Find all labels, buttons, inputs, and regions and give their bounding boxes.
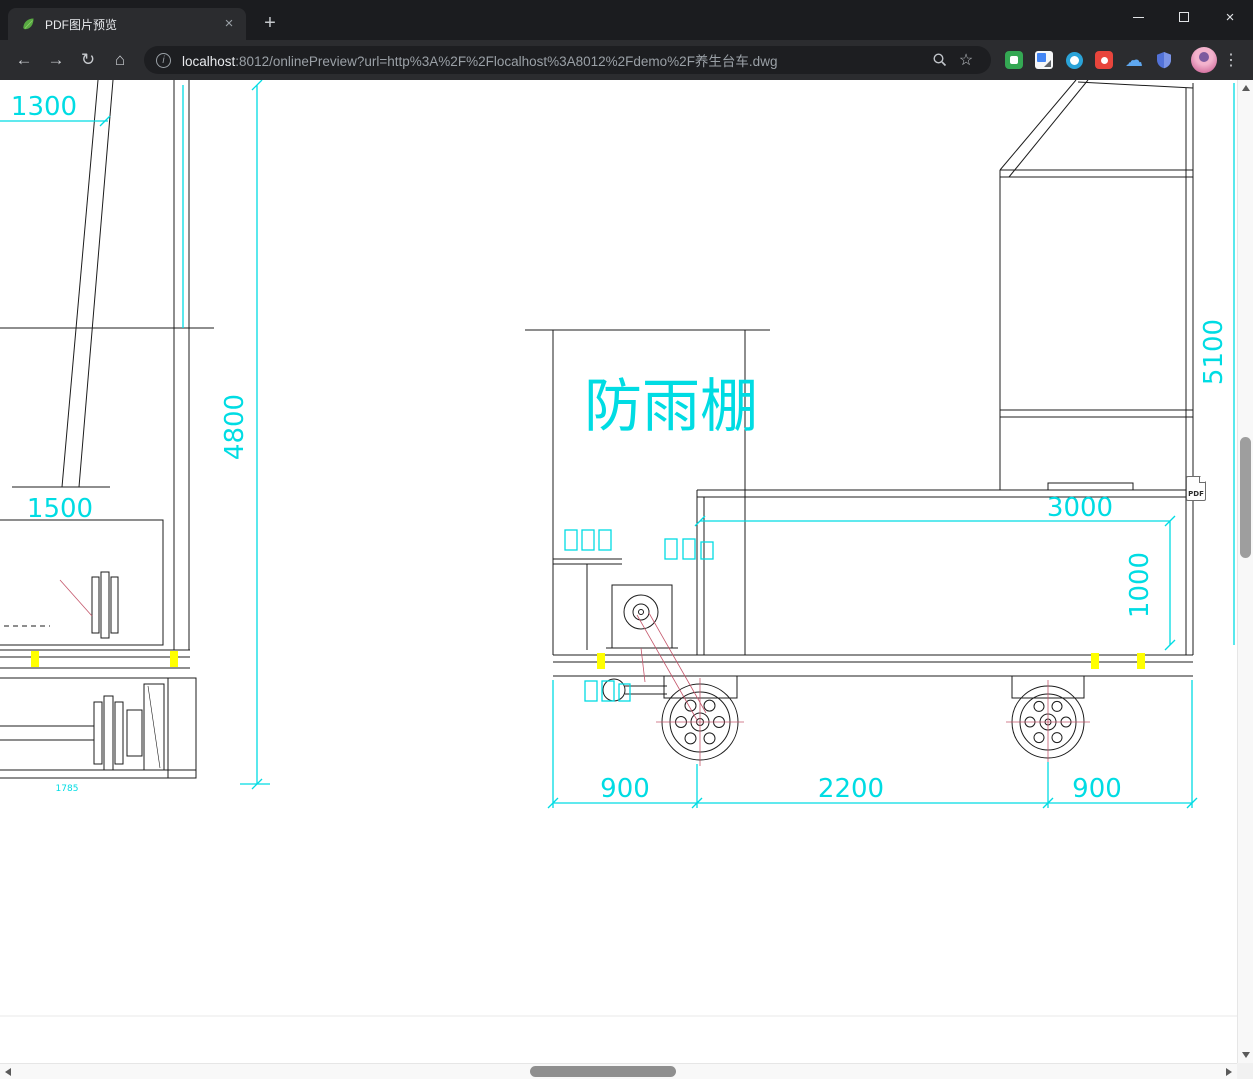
dimension-labels: 1300 4800 1500 1785 5100 3000 1000 900 2… xyxy=(11,92,1229,804)
green-badge xyxy=(1005,51,1023,69)
url-text: localhost:8012/onlinePreview?url=http%3A… xyxy=(182,50,927,70)
cad-drawing: 1300 4800 1500 1785 5100 3000 1000 900 2… xyxy=(0,80,1237,1017)
address-bar[interactable]: i localhost:8012/onlinePreview?url=http%… xyxy=(144,46,991,74)
maximize-icon xyxy=(1179,12,1189,22)
extension-circle-icon[interactable] xyxy=(1059,45,1089,75)
red-badge xyxy=(1095,51,1113,69)
minimize-icon xyxy=(1132,16,1144,18)
extension-cloud-icon[interactable]: ☁ xyxy=(1119,45,1149,75)
scroll-right-arrow[interactable] xyxy=(1226,1068,1232,1076)
extension-red-icon[interactable] xyxy=(1089,45,1119,75)
dwg-preview-page: 1300 4800 1500 1785 5100 3000 1000 900 2… xyxy=(0,80,1237,1063)
zoom-icon[interactable] xyxy=(927,47,953,73)
left-elevation-linework xyxy=(0,80,214,779)
extension-green-icon[interactable] xyxy=(999,45,1029,75)
dim-2200: 2200 xyxy=(818,774,884,804)
close-button[interactable]: × xyxy=(1207,0,1253,34)
reload-button[interactable]: ↻ xyxy=(72,45,104,75)
browser-menu-button[interactable]: ⋮ xyxy=(1217,45,1245,75)
extension-translate-icon[interactable] xyxy=(1029,45,1059,75)
scroll-left-arrow[interactable] xyxy=(5,1068,11,1076)
scroll-down-arrow[interactable] xyxy=(1242,1052,1250,1058)
dim-3000: 3000 xyxy=(1047,493,1113,523)
horizontal-scrollbar[interactable] xyxy=(0,1063,1237,1079)
shield-glyph xyxy=(1157,52,1171,69)
translate-badge xyxy=(1035,51,1053,69)
construction-lines xyxy=(59,579,1090,766)
forward-button[interactable]: → xyxy=(40,45,72,75)
dim-900-right: 900 xyxy=(1072,774,1122,804)
home-button[interactable]: ⌂ xyxy=(104,45,136,75)
cloud-glyph: ☁ xyxy=(1125,50,1143,70)
dim-1300: 1300 xyxy=(11,92,77,122)
browser-tab[interactable]: PDF图片预览 × xyxy=(8,8,246,40)
url-host: localhost xyxy=(182,54,236,69)
scrollbar-corner xyxy=(1237,1063,1253,1079)
window-controls: × xyxy=(1115,0,1253,34)
dimension-lines xyxy=(0,80,1235,809)
profile-avatar[interactable] xyxy=(1191,47,1217,73)
site-info-icon[interactable]: i xyxy=(156,52,171,68)
ring-badge xyxy=(1065,51,1083,69)
dim-900-left: 900 xyxy=(600,774,650,804)
horizontal-scroll-thumb[interactable] xyxy=(530,1066,676,1077)
url-path: :8012/onlinePreview?url=http%3A%2F%2Floc… xyxy=(235,54,778,69)
bookmark-star-icon[interactable]: ☆ xyxy=(953,47,979,73)
dim-4800: 4800 xyxy=(220,394,250,460)
magnifier-glyph xyxy=(933,53,947,67)
maximize-button[interactable] xyxy=(1161,0,1207,34)
dim-1500: 1500 xyxy=(27,494,93,524)
new-tab-button[interactable]: + xyxy=(256,10,284,38)
kkfileview-leaf-favicon xyxy=(23,18,34,30)
titlebar: PDF图片预览 × + × xyxy=(0,0,1253,40)
dim-5100: 5100 xyxy=(1199,319,1229,385)
extension-shield-icon[interactable] xyxy=(1149,45,1179,75)
scroll-up-arrow[interactable] xyxy=(1242,85,1250,91)
shelter-label: 防雨棚 xyxy=(584,372,758,440)
browser-toolbar: ← → ↻ ⌂ i localhost:8012/onlinePreview?u… xyxy=(0,40,1253,80)
minimize-button[interactable] xyxy=(1115,0,1161,34)
weld-highlights xyxy=(31,651,1145,669)
vertical-scrollbar[interactable] xyxy=(1237,80,1253,1063)
browser-window: PDF图片预览 × + × ← → ↻ ⌂ i localhost:8012/o… xyxy=(0,0,1253,1079)
back-button[interactable]: ← xyxy=(8,45,40,75)
dim-1000: 1000 xyxy=(1125,552,1155,618)
pdf-file-icon: PDF xyxy=(1186,476,1206,501)
tab-title: PDF图片预览 xyxy=(45,17,118,32)
tab-close-icon[interactable]: × xyxy=(220,15,238,33)
vertical-scroll-thumb[interactable] xyxy=(1240,437,1251,558)
dim-1785: 1785 xyxy=(56,784,79,794)
